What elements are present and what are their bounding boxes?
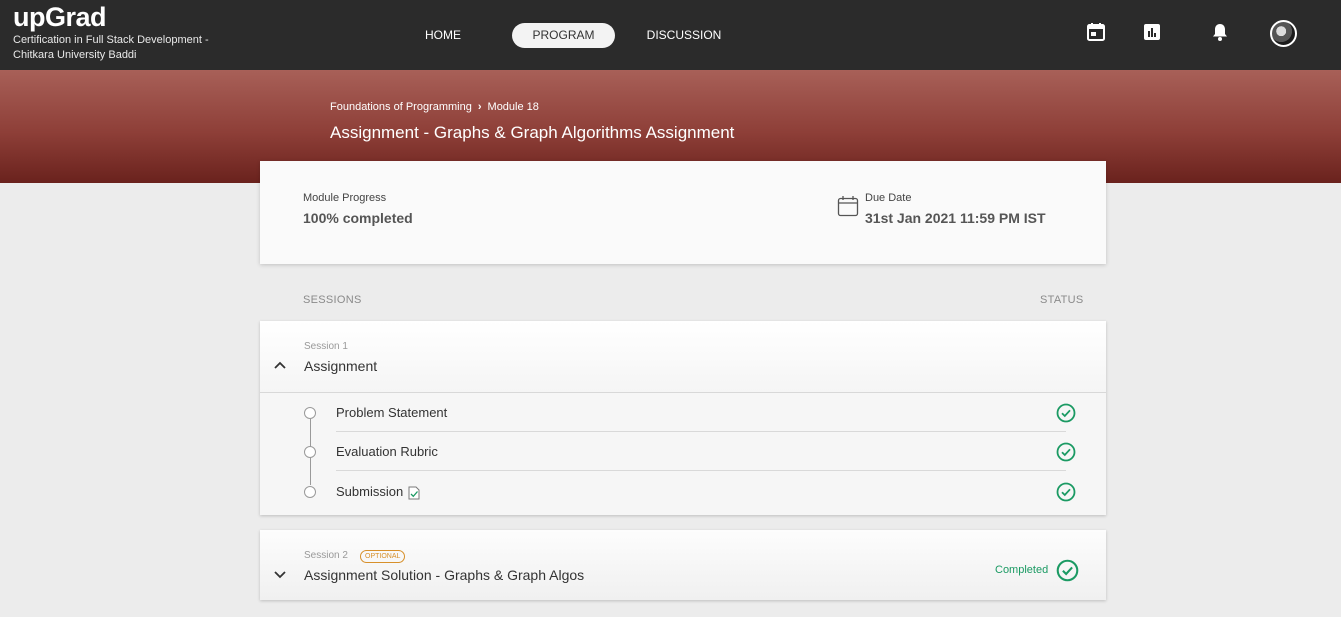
nav-home[interactable]: HOME bbox=[418, 23, 468, 48]
session-item-evaluation-rubric[interactable]: Evaluation Rubric bbox=[336, 433, 1066, 471]
calendar-icon[interactable] bbox=[1084, 20, 1108, 44]
session-item-submission[interactable]: Submission bbox=[336, 472, 1066, 510]
status-column-header: STATUS bbox=[1040, 294, 1084, 306]
sessions-column-header: SESSIONS bbox=[303, 294, 362, 306]
item-divider bbox=[336, 470, 1066, 471]
upgrad-logo[interactable]: upGrad bbox=[13, 2, 107, 33]
due-date-value: 31st Jan 2021 11:59 PM IST bbox=[865, 210, 1046, 226]
calendar-icon bbox=[837, 196, 859, 217]
timeline-dot bbox=[304, 486, 316, 498]
session-item-problem-statement[interactable]: Problem Statement bbox=[336, 394, 1066, 432]
item-label: Problem Statement bbox=[336, 405, 448, 420]
chevron-down-icon[interactable] bbox=[274, 569, 286, 583]
module-progress-label: Module Progress bbox=[303, 192, 387, 204]
chevron-up-icon[interactable] bbox=[274, 359, 286, 373]
check-circle-icon bbox=[1056, 482, 1076, 502]
module-progress-card: Module Progress 100% completed Due Date … bbox=[260, 161, 1106, 264]
check-circle-icon bbox=[1056, 403, 1076, 423]
session-number: Session 1 bbox=[304, 341, 348, 352]
item-label: Evaluation Rubric bbox=[336, 444, 438, 459]
breadcrumb: Foundations of Programming › Module 18 bbox=[330, 101, 539, 113]
check-circle-icon bbox=[1056, 442, 1076, 462]
item-label: Submission bbox=[336, 484, 404, 499]
breadcrumb-module[interactable]: Module 18 bbox=[488, 101, 539, 113]
session-name: Assignment bbox=[304, 358, 378, 374]
leaderboard-icon[interactable] bbox=[1140, 20, 1164, 44]
session-number: Session 2 bbox=[304, 550, 348, 561]
session-1-header[interactable]: Session 1 Assignment bbox=[260, 321, 1106, 393]
status-text: Completed bbox=[995, 564, 1049, 576]
item-divider bbox=[336, 431, 1066, 432]
breadcrumb-course[interactable]: Foundations of Programming bbox=[330, 101, 472, 113]
chevron-right-icon: › bbox=[477, 101, 482, 113]
nav-program[interactable]: PROGRAM bbox=[512, 23, 615, 48]
session-card-1: Session 1 Assignment Problem Statement E… bbox=[260, 321, 1106, 515]
timeline-dot bbox=[304, 407, 316, 419]
top-navigation-bar: upGrad Certification in Full Stack Devel… bbox=[0, 0, 1341, 70]
bell-icon[interactable] bbox=[1208, 20, 1232, 44]
module-progress-value: 100% completed bbox=[303, 210, 413, 226]
check-circle-icon bbox=[1056, 559, 1079, 582]
document-check-icon bbox=[408, 486, 420, 500]
program-title: Certification in Full Stack Development … bbox=[13, 34, 209, 61]
timeline-dot bbox=[304, 446, 316, 458]
user-avatar[interactable] bbox=[1270, 20, 1297, 47]
session-name: Assignment Solution - Graphs & Graph Alg… bbox=[304, 567, 585, 583]
session-card-2[interactable]: Session 2 OPTIONAL Assignment Solution -… bbox=[260, 530, 1106, 600]
nav-discussion[interactable]: DISCUSSION bbox=[646, 23, 722, 48]
due-date-label: Due Date bbox=[865, 192, 912, 204]
optional-badge: OPTIONAL bbox=[360, 550, 406, 563]
page-title: Assignment - Graphs & Graph Algorithms A… bbox=[330, 123, 735, 142]
